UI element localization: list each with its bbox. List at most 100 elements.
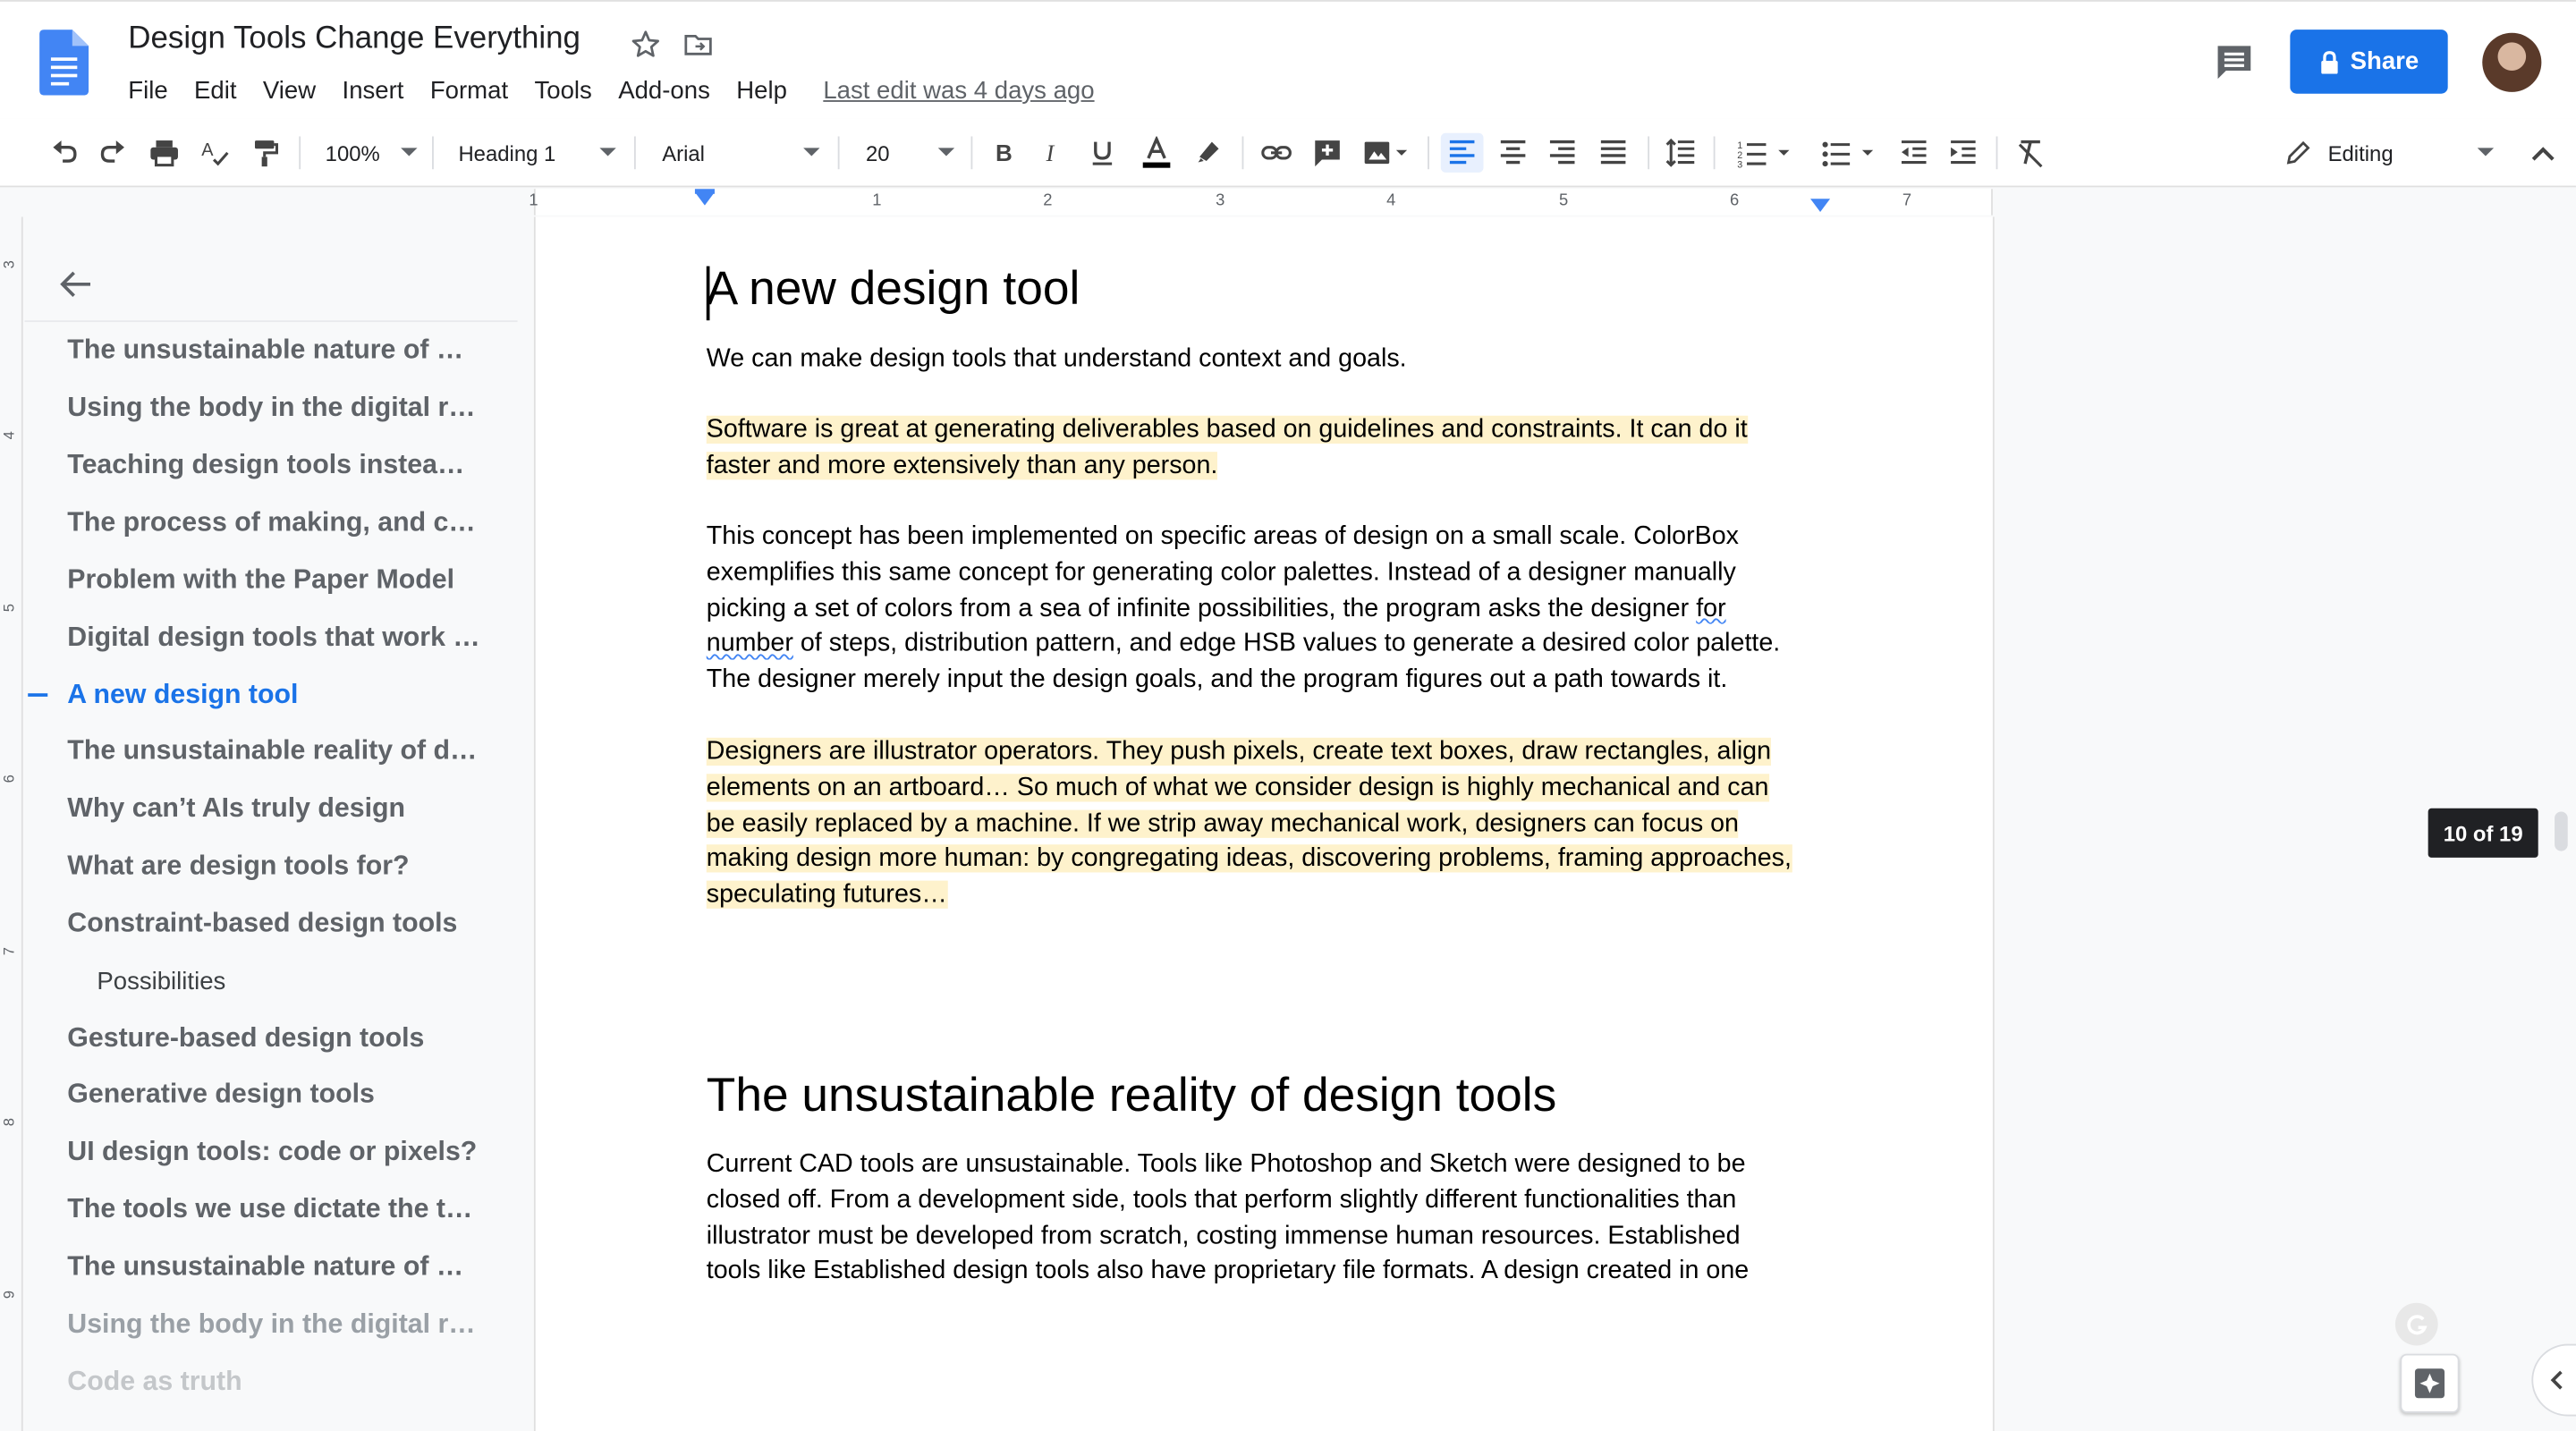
undo-icon[interactable] (46, 133, 81, 173)
vruler-number: 3 (0, 260, 18, 269)
text-line: The designer merely input the design goa… (706, 665, 1728, 694)
outline-item[interactable]: The unsustainable nature of … (67, 335, 463, 367)
menu-help[interactable]: Help (724, 74, 801, 109)
add-comment-icon[interactable] (1309, 133, 1345, 173)
outline-item[interactable]: What are design tools for? (67, 851, 409, 883)
spelling-suggestion[interactable]: number (707, 630, 793, 657)
bold-icon[interactable]: B (986, 133, 1021, 173)
back-arrow-icon[interactable] (57, 267, 93, 302)
menu-add-ons[interactable]: Add-ons (606, 74, 724, 109)
right-indent-marker[interactable] (1810, 199, 1831, 212)
menu-insert[interactable]: Insert (329, 74, 417, 109)
menu-format[interactable]: Format (417, 74, 521, 109)
outline-item[interactable]: Using the body in the digital r… (67, 1309, 475, 1341)
bulleted-list-icon[interactable] (1814, 133, 1886, 173)
editing-mode-dropdown[interactable]: Editing (2284, 135, 2497, 171)
ruler-number: 4 (1386, 191, 1396, 211)
highlighted-paragraph[interactable]: Software is great at generating delivera… (706, 412, 1840, 484)
paragraph[interactable]: This concept has been implemented on spe… (707, 519, 1857, 698)
toolbar-divider (970, 136, 973, 170)
zoom-value: 100% (325, 140, 380, 165)
align-right-icon[interactable] (1544, 133, 1580, 173)
account-avatar[interactable] (2482, 32, 2542, 92)
zoom-dropdown[interactable]: 100% (326, 135, 418, 171)
menu-view[interactable]: View (250, 74, 329, 109)
align-center-icon[interactable] (1495, 133, 1530, 173)
font-size-dropdown[interactable]: 20 (866, 135, 955, 171)
text-line: closed off. From a development side, too… (706, 1185, 1737, 1215)
increase-indent-icon[interactable] (1945, 133, 1981, 173)
comments-icon[interactable] (2213, 43, 2256, 82)
outline-item[interactable]: Why can’t AIs truly design (67, 793, 405, 825)
svg-text:3: 3 (1737, 160, 1742, 170)
document-page[interactable]: A new design tool We can make design too… (533, 216, 1995, 1431)
style-dropdown[interactable]: Heading 1 (458, 135, 616, 171)
outline-item[interactable]: UI design tools: code or pixels? (67, 1137, 477, 1168)
insert-image-icon[interactable] (1357, 133, 1416, 173)
insert-link-icon[interactable] (1258, 133, 1294, 173)
outline-item[interactable]: Constraint-based design tools (67, 909, 457, 940)
outline-item[interactable]: The process of making, and c… (67, 508, 475, 539)
outline-divider (24, 320, 518, 323)
outline-item[interactable]: The unsustainable reality of d… (67, 736, 477, 767)
star-icon[interactable] (629, 28, 662, 61)
outline-item[interactable]: Teaching design tools instea… (67, 450, 464, 481)
numbered-list-icon[interactable]: 123 (1730, 133, 1802, 173)
spelling-suggestion[interactable]: for (1696, 594, 1725, 622)
highlight-color-icon[interactable] (1191, 133, 1227, 173)
svg-text:B: B (996, 140, 1013, 166)
outline-item[interactable]: Problem with the Paper Model (67, 565, 454, 597)
chevron-up-icon[interactable] (2525, 136, 2561, 172)
line-spacing-icon[interactable] (1663, 133, 1699, 173)
redo-icon[interactable] (96, 133, 131, 173)
docs-logo-icon[interactable] (39, 30, 89, 96)
chevron-left-icon (2550, 1370, 2563, 1390)
scrollbar-thumb[interactable] (2555, 811, 2568, 851)
first-line-indent-marker[interactable] (694, 189, 715, 194)
decrease-indent-icon[interactable] (1896, 133, 1932, 173)
align-left-icon[interactable] (1440, 132, 1484, 173)
share-button[interactable]: Share (2290, 30, 2448, 94)
ruler-track: 1 1 2 3 4 5 6 7 (529, 189, 1993, 216)
outline-subitem[interactable]: Possibilities (97, 968, 225, 995)
heading-unsustainable-reality[interactable]: The unsustainable reality of design tool… (707, 1070, 1556, 1124)
text-line: Current CAD tools are unsustainable. Too… (706, 1149, 1746, 1179)
menu-tools[interactable]: Tools (521, 74, 606, 109)
outline-item[interactable]: Gesture-based design tools (67, 1023, 424, 1054)
outline-item[interactable]: Generative design tools (67, 1080, 375, 1111)
paragraph[interactable]: Current CAD tools are unsustainable. Too… (707, 1147, 1857, 1290)
document-title[interactable]: Design Tools Change Everything (128, 21, 580, 57)
explore-button[interactable] (2400, 1353, 2460, 1413)
spellcheck-icon[interactable]: A (197, 133, 233, 173)
outline-item[interactable]: The unsustainable nature of … (67, 1252, 463, 1283)
underline-icon[interactable] (1084, 133, 1120, 173)
move-to-folder-icon[interactable] (682, 28, 715, 61)
italic-icon[interactable]: I (1035, 133, 1071, 173)
chevron-down-icon (803, 148, 820, 157)
outline-item-current[interactable]: A new design tool (67, 681, 298, 712)
outline-item[interactable]: Using the body in the digital r… (67, 393, 475, 424)
style-value: Heading 1 (458, 140, 556, 165)
side-panel-toggle[interactable] (2531, 1343, 2576, 1417)
outline-item[interactable]: The tools we use dictate the t… (67, 1194, 472, 1225)
outline-item[interactable]: Code as truth (67, 1367, 242, 1398)
highlighted-paragraph[interactable]: Designers are illustrator operators. The… (706, 734, 1857, 913)
menu-edit[interactable]: Edit (181, 74, 250, 109)
heading-new-design-tool[interactable]: A new design tool (707, 263, 1080, 318)
justify-icon[interactable] (1595, 133, 1631, 173)
outline-item[interactable]: Digital design tools that work … (67, 622, 479, 654)
grammarly-icon[interactable] (2394, 1302, 2438, 1346)
print-icon[interactable] (146, 133, 182, 173)
last-edit-link[interactable]: Last edit was 4 days ago (823, 77, 1094, 105)
paint-format-icon[interactable] (247, 133, 283, 173)
text-color-icon[interactable] (1137, 133, 1176, 173)
clear-formatting-icon[interactable] (2012, 133, 2048, 173)
paragraph[interactable]: We can make design tools that understand… (707, 342, 1840, 377)
toolbar-divider (432, 136, 434, 170)
text-line: of steps, distribution pattern, and edge… (792, 630, 1781, 658)
left-indent-marker[interactable] (694, 191, 715, 206)
font-dropdown[interactable]: Arial (662, 135, 820, 171)
menu-file[interactable]: File (115, 74, 182, 109)
ruler-number: 3 (1216, 191, 1225, 211)
text-line: faster and more extensively than any per… (706, 451, 1218, 480)
